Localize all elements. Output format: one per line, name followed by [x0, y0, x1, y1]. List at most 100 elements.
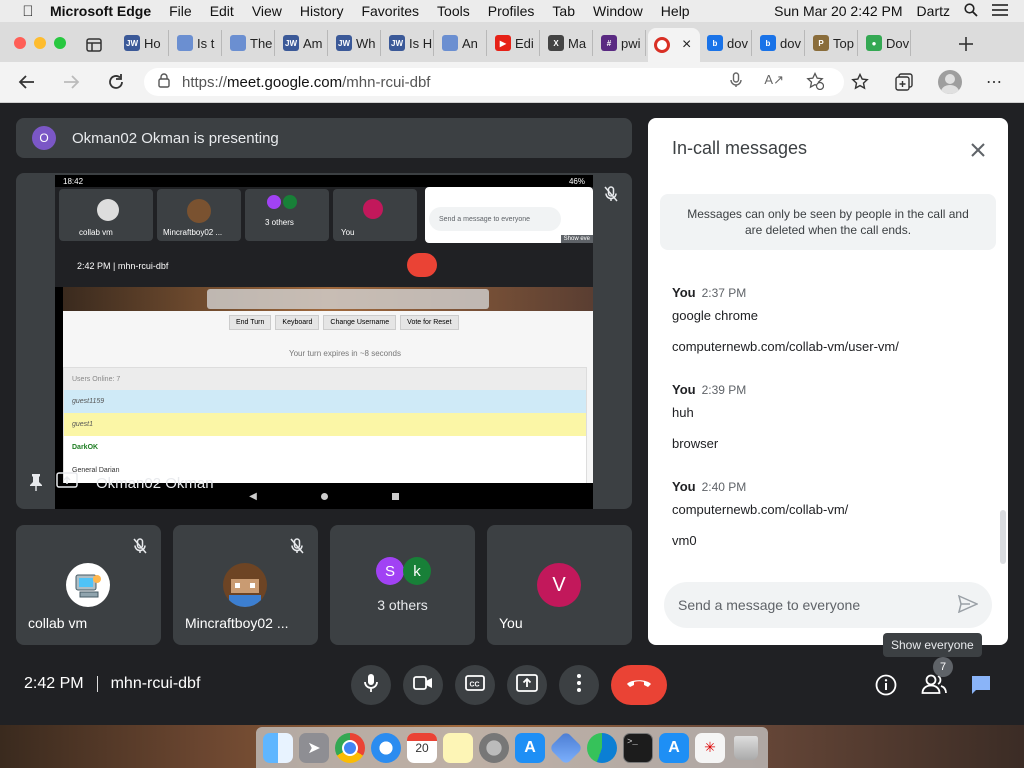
leave-call-button[interactable] [611, 665, 667, 705]
menu-profiles[interactable]: Profiles [488, 3, 535, 19]
safari-icon[interactable] [371, 732, 401, 763]
more-options-button[interactable] [559, 665, 599, 705]
present-now-button[interactable] [507, 665, 547, 705]
browser-tab[interactable]: An [436, 30, 487, 56]
meeting-code[interactable]: mhn-rcui-dbf [111, 675, 201, 693]
menu-app-name[interactable]: Microsoft Edge [50, 3, 151, 19]
menu-help[interactable]: Help [661, 3, 690, 19]
menu-window[interactable]: Window [593, 3, 643, 19]
minimize-window-icon[interactable] [34, 37, 46, 49]
vm-user-list: Users Online: 7 guest1159 guest1 DarkOK … [63, 367, 587, 485]
app-store-icon[interactable]: A [515, 732, 545, 763]
camera-button[interactable] [403, 665, 443, 705]
utility-app-icon[interactable] [549, 730, 583, 765]
favorites-icon[interactable] [851, 72, 869, 96]
browser-tab[interactable]: ▶ Edi [489, 30, 540, 56]
apple-icon[interactable]:  [20, 3, 36, 20]
forward-icon[interactable] [62, 73, 80, 96]
message-text[interactable]: huh [672, 405, 746, 420]
browser-tab[interactable]: X Ma [542, 30, 593, 56]
browser-tab[interactable]: Is t [171, 30, 222, 56]
chat-scrollbar[interactable] [1000, 510, 1006, 564]
menu-tools[interactable]: Tools [437, 3, 470, 19]
close-window-icon[interactable] [14, 37, 26, 49]
finder-icon[interactable] [263, 732, 293, 763]
maximize-window-icon[interactable] [54, 37, 66, 49]
control-center-icon[interactable] [992, 3, 1008, 19]
microphone-permission-icon[interactable] [730, 71, 743, 93]
message-text[interactable]: browser [672, 436, 746, 451]
new-tab-icon[interactable] [958, 36, 974, 57]
url-path: /mhn-rcui-dbf [342, 73, 431, 91]
tab-active-meet[interactable]: × [648, 28, 700, 62]
mincraftboy-avatar [223, 563, 267, 607]
edge-icon[interactable] [587, 732, 617, 763]
people-button[interactable]: 7 [921, 657, 953, 700]
chat-icon[interactable] [970, 674, 992, 701]
lock-icon[interactable] [158, 72, 170, 92]
clock[interactable]: Sun Mar 20 2:42 PM [774, 3, 902, 19]
send-icon[interactable] [957, 594, 979, 616]
menu-edit[interactable]: Edit [210, 3, 234, 19]
app-store-icon[interactable]: A [659, 732, 689, 763]
settings-more-icon[interactable]: ⋯ [986, 72, 1003, 92]
participant-tile-mincraftboy02[interactable]: Mincraftboy02 ... [173, 525, 318, 645]
menu-view[interactable]: View [252, 3, 282, 19]
phone-status-bar: 18:42 46% [55, 175, 593, 187]
tab-actions-icon[interactable] [86, 38, 102, 57]
browser-tab[interactable]: # pwi [595, 30, 646, 56]
menu-file[interactable]: File [169, 3, 192, 19]
mac-menubar:  Microsoft Edge File Edit View History … [0, 0, 1024, 22]
browser-tab[interactable]: The [224, 30, 275, 56]
browser-tab[interactable]: JW Am [277, 30, 328, 56]
close-tab-icon[interactable]: × [682, 36, 691, 54]
read-aloud-icon[interactable]: A↗ [764, 72, 784, 93]
browser-tab[interactable]: JW Ho [118, 30, 169, 56]
refresh-icon[interactable] [106, 72, 126, 97]
tab-favicon-icon: ● [866, 35, 882, 51]
message-text[interactable]: vm0 [672, 533, 848, 548]
browser-tab[interactable]: JW Is H [383, 30, 434, 56]
browser-tab[interactable]: JW Wh [330, 30, 381, 56]
add-favorite-icon[interactable] [806, 71, 825, 93]
preview-icon[interactable]: ✳ [695, 732, 725, 763]
browser-tab[interactable]: P Top [807, 30, 858, 56]
browser-tab[interactable]: ● Dov [860, 30, 911, 56]
message-text[interactable]: computernewb.com/collab-vm/user-vm/ [672, 339, 899, 354]
captions-button[interactable]: CC [455, 665, 495, 705]
launchpad-icon[interactable]: ➤ [299, 732, 329, 763]
menu-history[interactable]: History [300, 3, 344, 19]
browser-tab[interactable]: b dov [754, 30, 805, 56]
terminal-icon[interactable]: >_ [623, 732, 653, 763]
participant-tile-collab-vm[interactable]: collab vm [16, 525, 161, 645]
pin-icon[interactable] [28, 473, 44, 496]
close-icon[interactable] [970, 142, 986, 163]
mini-tile-label: You [341, 228, 355, 237]
calendar-icon[interactable]: 20 [407, 732, 437, 763]
notes-icon[interactable] [443, 732, 473, 763]
back-icon[interactable] [18, 73, 36, 96]
chrome-icon[interactable] [335, 732, 365, 763]
browser-tab[interactable]: b dov [701, 30, 752, 56]
menu-favorites[interactable]: Favorites [361, 3, 419, 19]
tab-favicon-icon: JW [336, 35, 352, 51]
present-screen-icon [56, 472, 78, 495]
meeting-time: 2:42 PM [24, 675, 84, 692]
spotlight-search-icon[interactable] [964, 2, 978, 20]
user-name[interactable]: Dartz [917, 3, 950, 19]
trash-icon[interactable] [734, 735, 758, 760]
meeting-details-icon[interactable] [875, 674, 897, 701]
participant-tile-others[interactable]: S k 3 others [330, 525, 475, 645]
collections-icon[interactable] [895, 73, 913, 96]
send-message-input[interactable]: Send a message to everyone [664, 582, 992, 628]
captions-icon: CC [465, 674, 485, 696]
address-bar[interactable]: https://meet.google.com/mhn-rcui-dbf A↗ [144, 68, 844, 96]
message-text[interactable]: computernewb.com/collab-vm/ [672, 502, 848, 517]
message-text[interactable]: google chrome [672, 308, 899, 323]
menu-tab[interactable]: Tab [552, 3, 575, 19]
system-preferences-icon[interactable] [479, 732, 509, 763]
participant-tile-you[interactable]: V You [487, 525, 632, 645]
microphone-button[interactable] [351, 665, 391, 705]
tab-favicon-icon: JW [283, 35, 299, 51]
profile-avatar-icon[interactable] [938, 70, 962, 94]
